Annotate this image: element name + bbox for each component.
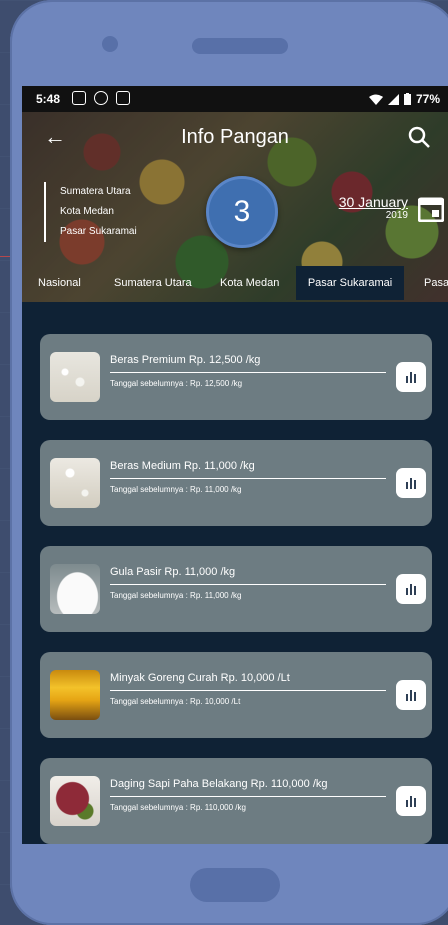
bar-chart-icon[interactable] xyxy=(396,574,426,604)
status-bar: 5:48 77% xyxy=(22,86,448,112)
page-title: Info Pangan xyxy=(181,126,289,148)
previous-price: Tanggal sebelumnya : Rp. 11,000 /kg xyxy=(110,591,242,600)
beef-image xyxy=(50,776,100,826)
front-camera xyxy=(102,36,118,52)
commodity-name: Beras Medium Rp. 11,000 /kg xyxy=(110,460,255,472)
previous-price: Tanggal sebelumnya : Rp. 110,000 /kg xyxy=(110,803,246,812)
commodity-name: Minyak Goreng Curah Rp. 10,000 /Lt xyxy=(110,672,290,684)
bar-chart-icon[interactable] xyxy=(396,786,426,816)
bar-chart-icon[interactable] xyxy=(396,468,426,498)
divider xyxy=(110,584,386,585)
location-breadcrumb: Sumatera Utara Kota Medan Pasar Sukarama… xyxy=(44,182,137,242)
app-notification-icon xyxy=(116,91,130,105)
image-notification-icon xyxy=(72,91,86,105)
divider xyxy=(110,796,386,797)
step-badge: 3 xyxy=(206,176,278,248)
commodity-card[interactable]: Gula Pasir Rp. 11,000 /kg Tanggal sebelu… xyxy=(40,546,432,632)
commodity-card[interactable]: Minyak Goreng Curah Rp. 10,000 /Lt Tangg… xyxy=(40,652,432,738)
system-icons: 77% xyxy=(368,92,440,106)
battery-percent: 77% xyxy=(415,92,440,106)
app-screen: 5:48 77% ← Info Pangan Sumatera Utara Ko… xyxy=(22,86,448,844)
commodity-card[interactable]: Beras Premium Rp. 12,500 /kg Tanggal seb… xyxy=(40,334,432,420)
rice-image xyxy=(50,458,100,508)
home-button[interactable] xyxy=(190,868,280,902)
bar-chart-icon[interactable] xyxy=(396,362,426,392)
battery-icon xyxy=(403,93,411,105)
search-icon[interactable] xyxy=(408,126,430,148)
calendar-icon[interactable] xyxy=(418,196,444,222)
notification-icons xyxy=(72,91,130,105)
location-city: Kota Medan xyxy=(60,206,114,217)
tab-sumatera-utara[interactable]: Sumatera Utara xyxy=(114,266,192,300)
wifi-icon xyxy=(368,94,383,105)
previous-price: Tanggal sebelumnya : Rp. 11,000 /kg xyxy=(110,485,242,494)
divider xyxy=(110,478,386,479)
tab-nasional[interactable]: Nasional xyxy=(38,266,81,300)
tab-kota-medan[interactable]: Kota Medan xyxy=(220,266,279,300)
status-time: 5:48 xyxy=(36,92,61,106)
commodity-name: Gula Pasir Rp. 11,000 /kg xyxy=(110,566,236,578)
commodity-name: Daging Sapi Paha Belakang Rp. 110,000 /k… xyxy=(110,778,328,790)
date-day-month[interactable]: 30 January xyxy=(339,194,408,210)
commodity-name: Beras Premium Rp. 12,500 /kg xyxy=(110,354,261,366)
rice-image xyxy=(50,352,100,402)
previous-price: Tanggal sebelumnya : Rp. 10,000 /Lt xyxy=(110,697,241,706)
sugar-image xyxy=(50,564,100,614)
cooking-oil-image xyxy=(50,670,100,720)
commodity-card[interactable]: Beras Medium Rp. 11,000 /kg Tanggal sebe… xyxy=(40,440,432,526)
tab-pasar[interactable]: Pasar xyxy=(424,266,448,300)
tab-pasar-sukaramai[interactable]: Pasar Sukaramai xyxy=(296,266,404,300)
earpiece-speaker xyxy=(192,38,288,54)
bar-chart-icon[interactable] xyxy=(396,680,426,710)
commodity-card[interactable]: Daging Sapi Paha Belakang Rp. 110,000 /k… xyxy=(40,758,432,844)
location-province: Sumatera Utara xyxy=(60,186,131,197)
date-year: 2019 xyxy=(385,210,408,221)
whatsapp-icon xyxy=(94,91,108,105)
divider xyxy=(110,690,386,691)
location-market: Pasar Sukaramai xyxy=(60,226,137,237)
app-bar: ← Info Pangan xyxy=(22,112,448,166)
divider xyxy=(110,372,386,373)
previous-price: Tanggal sebelumnya : Rp. 12,500 /kg xyxy=(110,379,243,388)
signal-icon xyxy=(387,93,399,105)
date-selector[interactable]: 30 January 2019 xyxy=(339,194,408,221)
region-tabs: Nasional Sumatera Utara Kota Medan Pasar… xyxy=(22,266,448,300)
